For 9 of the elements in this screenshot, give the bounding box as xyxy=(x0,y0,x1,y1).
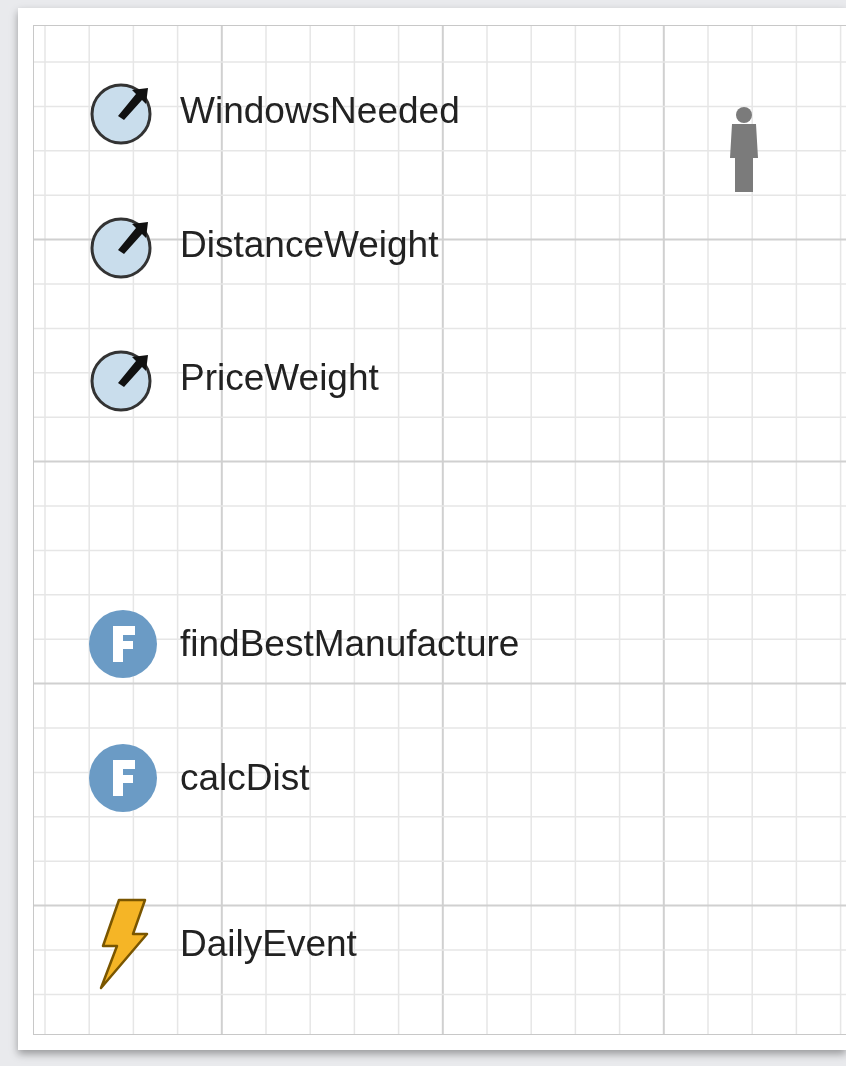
variable-label: WindowsNeeded xyxy=(180,89,460,134)
variable-label: PriceWeight xyxy=(180,356,379,401)
lightning-icon xyxy=(97,898,149,990)
function-label: calcDist xyxy=(180,756,310,801)
event-label: DailyEvent xyxy=(180,922,357,967)
variable-label: DistanceWeight xyxy=(180,223,439,268)
function-icon xyxy=(88,609,158,679)
function-icon xyxy=(88,743,158,813)
function-label: findBestManufacture xyxy=(180,622,520,667)
